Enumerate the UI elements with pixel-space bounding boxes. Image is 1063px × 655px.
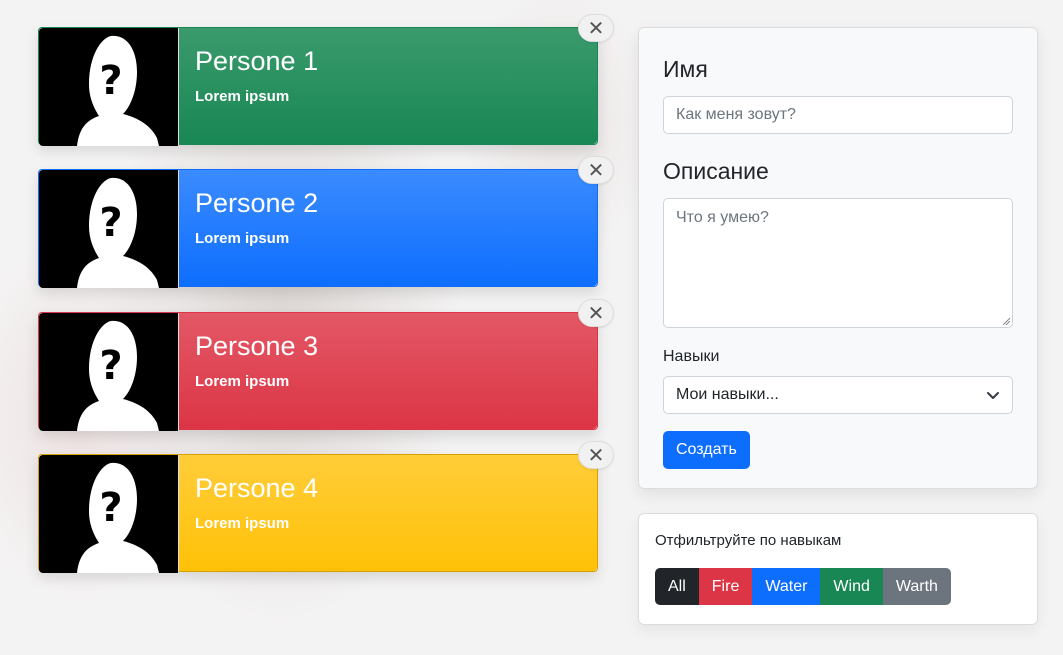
persona-card-list: ? Persone 1 Lorem ipsum ✕ ? Persone 2 Lo… xyxy=(38,14,614,596)
close-button[interactable]: ✕ xyxy=(578,14,614,42)
filter-button-group: All Fire Water Wind Warth xyxy=(655,568,1021,605)
description-placeholder: Что я умею? xyxy=(676,209,769,226)
persona-text: Lorem ipsum xyxy=(195,515,290,532)
skills-select-value: Мои навыки... xyxy=(676,386,779,403)
description-heading: Описание xyxy=(663,158,769,184)
filter-fire-button[interactable]: Fire xyxy=(698,568,753,605)
name-input-placeholder: Как меня зовут? xyxy=(676,106,796,123)
persona-title: Persone 4 xyxy=(195,473,319,503)
persona-text: Lorem ipsum xyxy=(195,230,290,247)
persona-card: ? Persone 3 Lorem ipsum ✕ xyxy=(38,299,614,431)
close-icon: ✕ xyxy=(587,444,605,467)
name-input[interactable]: Как меня зовут? xyxy=(663,96,1013,134)
close-icon: ✕ xyxy=(587,302,605,325)
close-button[interactable]: ✕ xyxy=(578,156,614,184)
filter-water-button[interactable]: Water xyxy=(752,568,821,605)
close-icon: ✕ xyxy=(587,17,605,40)
persona-title: Persone 3 xyxy=(195,331,319,361)
filter-all-button[interactable]: All xyxy=(655,568,699,605)
create-button[interactable]: Создать xyxy=(663,431,750,469)
skills-label: Навыки xyxy=(663,348,720,365)
close-button[interactable]: ✕ xyxy=(578,299,614,327)
svg-text:?: ? xyxy=(99,58,122,104)
unknown-person-icon: ? xyxy=(39,455,179,573)
persona-title: Persone 2 xyxy=(195,188,319,218)
filter-title: Отфильтруйте по навыкам xyxy=(655,532,842,549)
unknown-person-icon: ? xyxy=(39,28,179,146)
persona-card: ? Persone 4 Lorem ipsum ✕ xyxy=(38,441,614,573)
skill-filter-panel: Отфильтруйте по навыкам All Fire Water W… xyxy=(638,513,1038,625)
persona-card: ? Persone 2 Lorem ipsum ✕ xyxy=(38,156,614,288)
close-button[interactable]: ✕ xyxy=(578,441,614,469)
persona-title: Persone 1 xyxy=(195,46,319,76)
persona-text: Lorem ipsum xyxy=(195,88,290,105)
svg-text:?: ? xyxy=(99,200,122,246)
skills-select[interactable]: Мои навыки... xyxy=(663,376,1013,414)
name-heading: Имя xyxy=(663,56,708,82)
unknown-person-icon: ? xyxy=(39,170,179,288)
filter-wind-button[interactable]: Wind xyxy=(820,568,883,605)
create-persona-form: Имя Как меня зовут? Описание Что я умею?… xyxy=(638,27,1038,489)
persona-text: Lorem ipsum xyxy=(195,373,290,390)
svg-text:?: ? xyxy=(99,343,122,389)
svg-text:?: ? xyxy=(99,485,122,531)
filter-warth-button[interactable]: Warth xyxy=(882,568,951,605)
chevron-down-icon xyxy=(987,392,999,399)
close-icon: ✕ xyxy=(587,159,605,182)
description-textarea[interactable]: Что я умею? xyxy=(663,198,1013,328)
unknown-person-icon: ? xyxy=(39,313,179,431)
persona-card: ? Persone 1 Lorem ipsum ✕ xyxy=(38,14,614,146)
resize-grip-icon[interactable] xyxy=(1002,317,1010,325)
